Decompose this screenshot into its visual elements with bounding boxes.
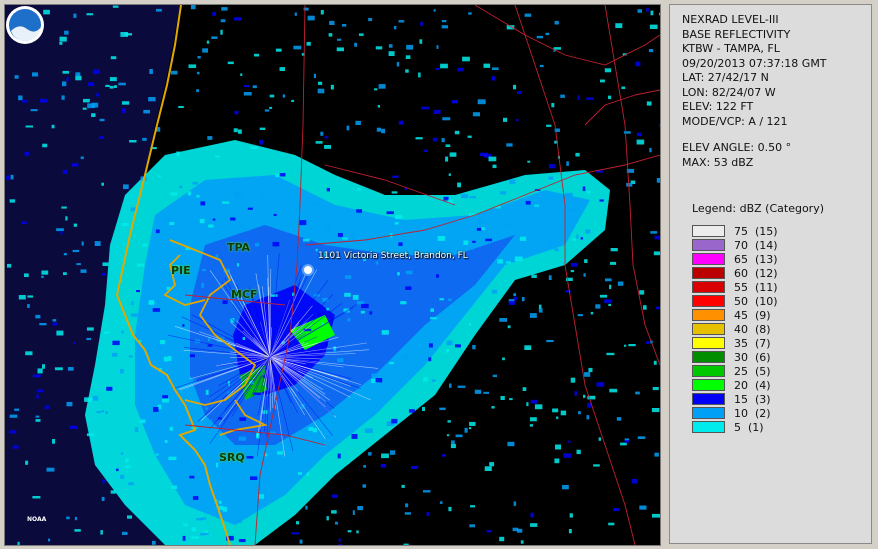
legend-entry: 20 (4) [692,378,778,392]
legend-swatch [692,407,725,419]
product-label: NEXRAD LEVEL-III [682,13,779,26]
legend-label: 45 (9) [734,308,771,322]
product-type: BASE REFLECTIVITY [682,27,791,41]
legend-entry: 75 (15) [692,224,778,238]
legend-label: 5 (1) [734,420,764,434]
place-label-mcf: MCF [231,288,258,301]
station-info: NEXRAD LEVEL-III BASE REFLECTIVITY KTBW … [682,13,827,129]
latitude: LAT: 27/42/17 N [682,71,769,84]
legend-label: 10 (2) [734,406,771,420]
legend-swatch [692,365,725,377]
legend-swatch [692,337,725,349]
legend-label: 50 (10) [734,294,778,308]
scan-datetime: 09/20/2013 07:37:18 GMT [682,56,827,70]
legend-swatch [692,379,725,391]
legend-swatch [692,267,725,279]
place-label-pie: PIE [171,264,191,277]
legend-entry: 5 (1) [692,420,778,434]
noaa-logo-icon [6,6,44,44]
legend-entry: 15 (3) [692,392,778,406]
station-name: KTBW - TAMPA, FL [682,42,780,55]
legend-label: 15 (3) [734,392,771,406]
legend-entry: 50 (10) [692,294,778,308]
legend: 75 (15) 70 (14) 65 (13) 60 (12) 55 (11) 50 (1… [692,224,778,434]
elev-angle: ELEV ANGLE: 0.50 ° [682,141,792,154]
noaa-logo-text: NOAA [27,516,47,523]
scan-info: ELEV ANGLE: 0.50 ° MAX: 53 dBZ [682,141,791,170]
place-label-srq: SRQ [219,451,245,464]
legend-label: 20 (4) [734,378,771,392]
place-label-tpa: TPA [227,241,251,254]
legend-swatch [692,253,725,265]
legend-label: 60 (12) [734,266,778,280]
legend-label: 55 (11) [734,280,778,294]
legend-swatch [692,239,725,251]
mode-vcp: MODE/VCP: A / 121 [682,114,788,128]
info-panel: NEXRAD LEVEL-III BASE REFLECTIVITY KTBW … [669,4,872,544]
legend-entry: 45 (9) [692,308,778,322]
legend-label: 75 (15) [734,224,778,238]
legend-title: Legend: dBZ (Category) [692,202,824,215]
legend-entry: 70 (14) [692,238,778,252]
legend-label: 30 (6) [734,350,771,364]
legend-entry: 65 (13) [692,252,778,266]
longitude: LON: 82/24/07 W [682,85,776,99]
legend-swatch [692,351,725,363]
legend-entry: 30 (6) [692,350,778,364]
legend-entry: 10 (2) [692,406,778,420]
legend-label: 40 (8) [734,322,771,336]
legend-swatch [692,225,725,237]
legend-swatch [692,281,725,293]
legend-label: 25 (5) [734,364,771,378]
legend-swatch [692,323,725,335]
legend-entry: 35 (7) [692,336,778,350]
legend-entry: 60 (12) [692,266,778,280]
legend-label: 70 (14) [734,238,778,252]
legend-label: 35 (7) [734,336,771,350]
legend-swatch [692,421,725,433]
legend-label: 65 (13) [734,252,778,266]
location-marker-icon[interactable] [302,264,314,276]
location-label: 1101 Victoria Street, Brandon, FL [318,251,468,261]
legend-swatch [692,393,725,405]
legend-entry: 55 (11) [692,280,778,294]
radar-canvas [5,5,660,545]
max-dbz: MAX: 53 dBZ [682,155,754,169]
elevation: ELEV: 122 FT [682,100,754,113]
radar-map[interactable]: TPA PIE MCF SRQ 1101 Victoria Street, Br… [4,4,661,546]
legend-swatch [692,309,725,321]
legend-swatch [692,295,725,307]
legend-entry: 40 (8) [692,322,778,336]
legend-entry: 25 (5) [692,364,778,378]
